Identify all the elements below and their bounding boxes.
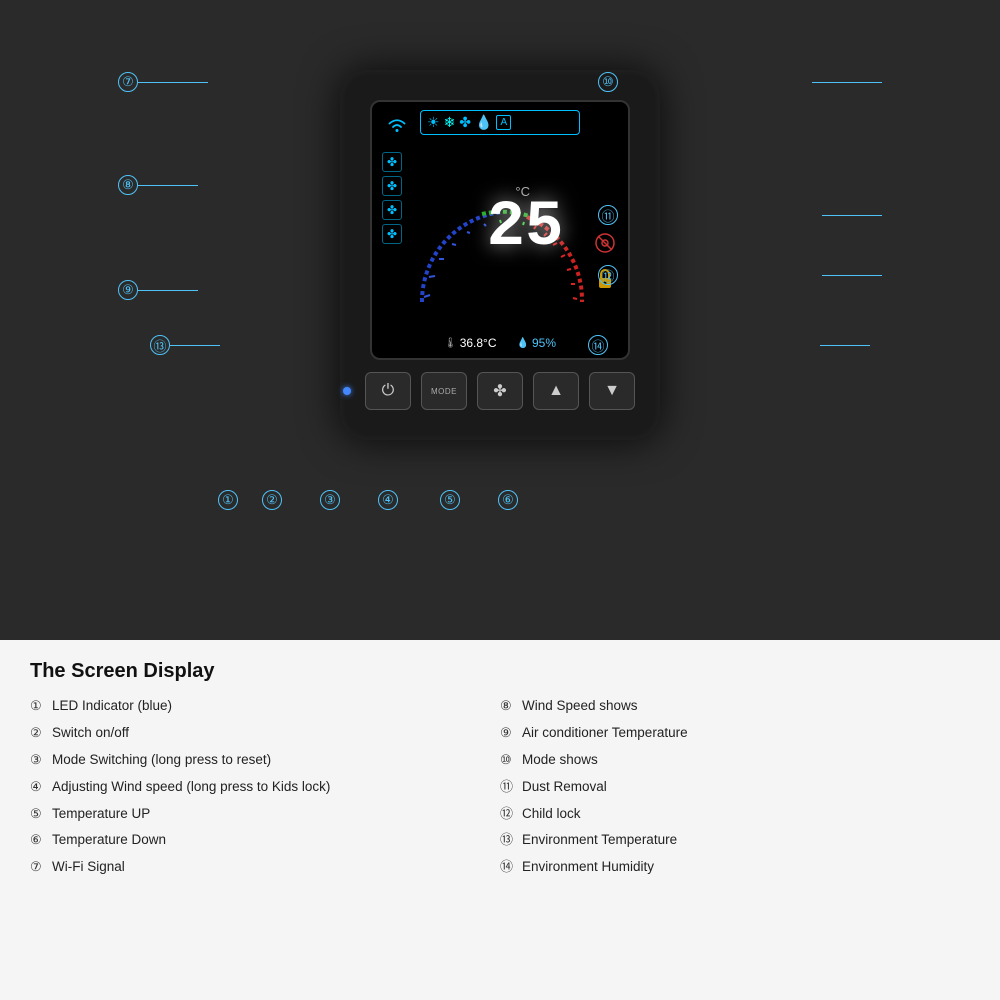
device-area: ☀ ❄ ✤ 💧 A ✤ ✤ ✤ ✤ [0, 0, 1000, 640]
ann-9: ⑨ [118, 280, 138, 300]
mode-auto-icon: A [496, 115, 511, 130]
desc-text: Wi-Fi Signal [52, 858, 125, 877]
fan-icon: ✤ [493, 381, 506, 401]
desc-col-right: ⑧Wind Speed shows⑨Air conditioner Temper… [500, 697, 970, 877]
ann-12: ⑫ [598, 265, 618, 285]
desc-num: ⑫ [500, 805, 518, 823]
desc-text: Switch on/off [52, 724, 129, 743]
ann-2: ② [262, 490, 282, 510]
desc-item: ⑥Temperature Down [30, 831, 500, 850]
desc-num: ③ [30, 751, 48, 769]
desc-num: ⑨ [500, 724, 518, 742]
desc-num: ④ [30, 778, 48, 796]
line-10 [812, 82, 882, 83]
desc-item: ⑤Temperature UP [30, 805, 500, 824]
buttons-row: ⏻ MODE ✤ ▲ ▼ [365, 372, 635, 410]
mode-button[interactable]: MODE [421, 372, 467, 410]
led-indicator [343, 387, 351, 395]
mode-fan-icon: ✤ [459, 114, 471, 131]
desc-item: ⑫Child lock [500, 805, 970, 824]
ann-8: ⑧ [118, 175, 138, 195]
fan-speed-button[interactable]: ✤ [477, 372, 523, 410]
desc-item: ②Switch on/off [30, 724, 500, 743]
down-arrow-icon: ▼ [604, 382, 620, 400]
up-arrow-icon: ▲ [548, 382, 564, 400]
desc-item: ⑦Wi-Fi Signal [30, 858, 500, 877]
desc-item: ⑬Environment Temperature [500, 831, 970, 850]
line-12 [822, 275, 882, 276]
desc-item: ⑧Wind Speed shows [500, 697, 970, 716]
ann-1: ① [218, 490, 238, 510]
desc-num: ⑥ [30, 831, 48, 849]
desc-item: ③Mode Switching (long press to reset) [30, 751, 500, 770]
mode-snowflake-icon: ❄ [444, 114, 456, 131]
ann-11: ⑪ [598, 205, 618, 225]
power-icon: ⏻ [382, 382, 395, 400]
line-11 [822, 215, 882, 216]
ann-14: ⑭ [588, 335, 608, 355]
desc-text: Dust Removal [522, 778, 607, 797]
description-section: The Screen Display ①LED Indicator (blue)… [0, 640, 1000, 1000]
temperature-display: °C 25 [442, 192, 588, 264]
desc-num: ⑩ [500, 751, 518, 769]
desc-text: Mode Switching (long press to reset) [52, 751, 271, 770]
env-temp-display: 🌡 36.8°C [444, 336, 497, 350]
desc-text: Child lock [522, 805, 581, 824]
desc-item: ⑩Mode shows [500, 751, 970, 770]
ann-13: ⑬ [150, 335, 170, 355]
ann-5: ⑤ [440, 490, 460, 510]
screen-display-title: The Screen Display [30, 660, 970, 683]
desc-text: Adjusting Wind speed (long press to Kids… [52, 778, 330, 797]
desc-item: ⑭Environment Humidity [500, 858, 970, 877]
temp-down-button[interactable]: ▼ [589, 372, 635, 410]
temp-number: 25 [487, 192, 564, 264]
line-14 [820, 345, 870, 346]
desc-num: ⑬ [500, 831, 518, 849]
desc-col-left: ①LED Indicator (blue)②Switch on/off③Mode… [30, 697, 500, 877]
line-13 [170, 345, 220, 346]
desc-num: ⑧ [500, 697, 518, 715]
ann-10: ⑩ [598, 72, 618, 92]
desc-text: Temperature Down [52, 831, 166, 850]
mode-drop-icon: 💧 [475, 114, 492, 131]
env-humidity-display: 💧 95% [517, 336, 556, 350]
desc-text: LED Indicator (blue) [52, 697, 172, 716]
desc-text: Mode shows [522, 751, 598, 770]
desc-num: ⑭ [500, 858, 518, 876]
desc-num: ① [30, 697, 48, 715]
ann-7: ⑦ [118, 72, 138, 92]
desc-text: Wind Speed shows [522, 697, 638, 716]
desc-num: ② [30, 724, 48, 742]
desc-item: ①LED Indicator (blue) [30, 697, 500, 716]
power-button[interactable]: ⏻ [365, 372, 411, 410]
desc-text: Air conditioner Temperature [522, 724, 688, 743]
line-8 [138, 185, 198, 186]
desc-columns: ①LED Indicator (blue)②Switch on/off③Mode… [30, 697, 970, 877]
temp-up-button[interactable]: ▲ [533, 372, 579, 410]
desc-text: Temperature UP [52, 805, 150, 824]
mode-label: MODE [431, 387, 457, 396]
ann-4: ④ [378, 490, 398, 510]
ann-3: ③ [320, 490, 340, 510]
desc-text: Environment Humidity [522, 858, 654, 877]
desc-item: ④Adjusting Wind speed (long press to Kid… [30, 778, 500, 797]
screen-display: ☀ ❄ ✤ 💧 A ✤ ✤ ✤ ✤ [370, 100, 630, 360]
desc-item: ⑪Dust Removal [500, 778, 970, 797]
desc-num: ⑤ [30, 805, 48, 823]
desc-item: ⑨Air conditioner Temperature [500, 724, 970, 743]
desc-num: ⑦ [30, 858, 48, 876]
ann-6: ⑥ [498, 490, 518, 510]
line-9 [138, 290, 198, 291]
mode-sun-icon: ☀ [427, 114, 440, 131]
device-outer: ☀ ❄ ✤ 💧 A ✤ ✤ ✤ ✤ [340, 70, 660, 440]
desc-text: Environment Temperature [522, 831, 677, 850]
desc-num: ⑪ [500, 778, 518, 796]
line-7 [138, 82, 208, 83]
